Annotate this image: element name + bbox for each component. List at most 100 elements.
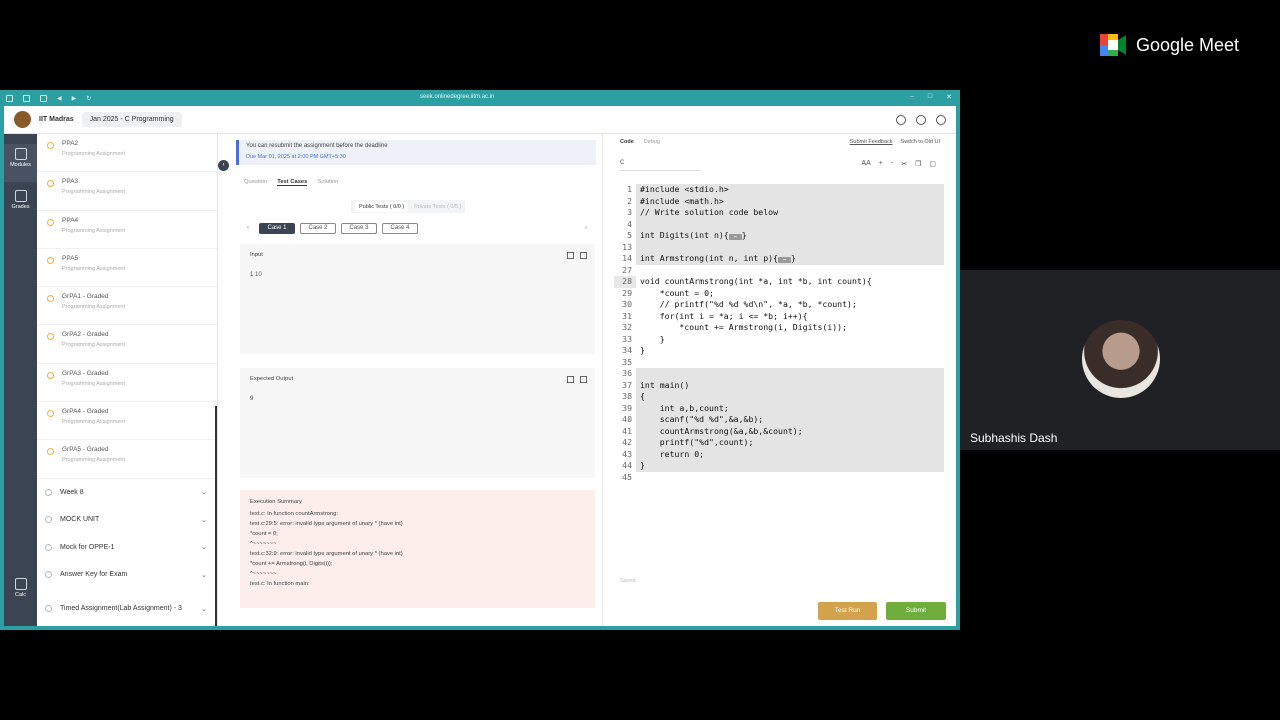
chevron-down-icon[interactable]: ⌄ — [201, 605, 207, 613]
code-line: 1 #include <stdio.h> — [614, 184, 944, 196]
sidebar-item-subtitle: Programming Assignment — [62, 227, 125, 234]
sidebar-item[interactable]: PPA2 Programming Assignment — [37, 134, 217, 173]
site-header: IIT Madras Jan 2025 - C Programming — [4, 106, 956, 134]
code-line: 41 countArmstrong(&a,&b,&count); — [614, 425, 944, 437]
minimize-icon[interactable]: – — [910, 93, 914, 101]
case-2-button[interactable]: Case 2 — [300, 222, 336, 234]
sidebar-item[interactable]: GrPA5 - Graded Programming Assignment — [37, 440, 217, 479]
tab-test-cases[interactable]: Test Cases — [277, 179, 308, 186]
bell-icon[interactable] — [916, 115, 926, 125]
sidebar-item[interactable]: PPA4 Programming Assignment — [37, 211, 217, 249]
url-bar[interactable]: seek.onlinedegree.iitm.ac.in — [420, 94, 494, 100]
next-case-icon[interactable]: › — [580, 225, 592, 231]
tab-code[interactable]: Code — [620, 139, 634, 145]
folded-code-marker[interactable]: ↔ — [778, 257, 792, 263]
line-number: 5 — [627, 230, 632, 240]
sidebar-item[interactable]: GrPA3 - Graded Programming Assignment — [37, 364, 217, 403]
download-icon[interactable] — [40, 94, 47, 102]
sidebar-week[interactable]: Answer Key for Exam ⌄ — [37, 561, 217, 589]
line-number: 14 — [622, 253, 632, 263]
rail-calc[interactable]: Calc — [4, 578, 37, 608]
close-icon[interactable]: ✕ — [946, 93, 952, 101]
tabs-icon[interactable] — [23, 94, 30, 102]
code-line: 45 — [614, 472, 944, 484]
grades-icon — [14, 190, 27, 202]
line-code: } — [640, 333, 665, 344]
google-meet-logo: Google Meet — [1100, 34, 1239, 56]
sidebar-item[interactable]: PPA3 Programming Assignment — [37, 172, 217, 211]
code-line: 5 int Digits(int n){↔} — [614, 230, 944, 242]
line-number: 35 — [622, 356, 632, 367]
submit-feedback-link[interactable]: Submit Feedback — [850, 139, 893, 145]
copy-icon[interactable] — [567, 252, 574, 259]
iitm-logo[interactable] — [14, 111, 31, 128]
prev-case-icon[interactable]: ‹ — [242, 225, 254, 231]
chevron-down-icon[interactable]: ⌄ — [201, 516, 207, 524]
sidebar-item[interactable]: PPA5 Programming Assignment — [37, 249, 217, 288]
paste-icon[interactable]: ▢ — [929, 160, 936, 168]
code-line: 31 for(int i = *a; i <= *b; i++){ — [614, 311, 944, 323]
tab-debug[interactable]: Debug — [644, 139, 660, 145]
line-code: } — [636, 460, 944, 472]
sidebar-item-subtitle: Programming Assignment — [62, 342, 125, 349]
rail-grades[interactable]: Grades — [4, 186, 37, 222]
week-dot-icon — [45, 543, 52, 551]
exec-line: test.c: In function countArmstrong: — [250, 511, 338, 517]
reload-icon[interactable]: ↻ — [86, 95, 91, 102]
maximize-icon[interactable]: □ — [928, 93, 932, 101]
due-date: Due Mar 01, 2025 at 2:00 PM GMT+5:30 — [246, 154, 346, 160]
line-number: 28 — [614, 276, 636, 288]
case-4-button[interactable]: Case 4 — [382, 222, 418, 234]
case-1-button[interactable]: Case 1 — [259, 222, 295, 234]
expand-icon[interactable] — [580, 252, 587, 259]
code-line: 2 #include <math.h> — [614, 195, 944, 207]
chevron-down-icon[interactable]: ⌄ — [201, 543, 207, 551]
private-tests-tab[interactable]: Private Tests ( 0/5 ) — [414, 204, 461, 210]
tab-solution[interactable]: Solution — [317, 179, 338, 186]
panel-divider[interactable] — [602, 134, 603, 626]
profile-icon[interactable] — [936, 115, 946, 125]
sidebar-item[interactable]: GrPA4 - Graded Programming Assignment — [37, 402, 217, 441]
sidebar-scrollbar[interactable] — [215, 406, 217, 626]
minus-icon[interactable]: - — [891, 160, 893, 168]
cut-icon[interactable]: ✂ — [901, 160, 907, 168]
chevron-down-icon[interactable]: ⌄ — [201, 488, 207, 496]
week-dot-icon — [45, 516, 52, 524]
code-line: 37 int main() — [614, 379, 944, 391]
public-tests-tab[interactable]: Public Tests ( 0/0 ) — [355, 201, 409, 212]
back-icon[interactable]: ◀ — [57, 95, 62, 102]
sidebar-item[interactable]: GrPA2 - Graded Programming Assignment — [37, 325, 217, 364]
chevron-down-icon[interactable]: ⌄ — [201, 571, 207, 579]
sidebar-week[interactable]: MOCK UNIT ⌄ — [37, 506, 217, 534]
line-number: 40 — [622, 414, 632, 424]
sidebar-week[interactable]: Week 8 ⌄ — [37, 479, 217, 507]
expand-icon[interactable] — [580, 376, 587, 383]
copy-icon[interactable] — [567, 376, 574, 383]
code-editor[interactable]: 1 #include <stdio.h> 2 #include <math.h> 3 //… — [614, 184, 944, 574]
rail-modules[interactable]: Modules — [4, 144, 37, 182]
execution-summary: Execution Summary test.c: In function co… — [240, 490, 595, 608]
web-page: IIT Madras Jan 2025 - C Programming Modu… — [4, 106, 956, 626]
tab-question[interactable]: Question — [244, 179, 267, 186]
copy-icon[interactable]: ❐ — [915, 160, 921, 168]
case-3-button[interactable]: Case 3 — [341, 222, 377, 234]
test-run-button[interactable]: Test Run — [818, 602, 877, 620]
sidebar-week[interactable]: Timed Assignment(Lab Assignment) - 3 ⌄ — [37, 589, 217, 626]
switch-ui-link[interactable]: Switch to Old UI — [901, 139, 940, 145]
expected-value: 9 — [250, 396, 254, 402]
course-selector[interactable]: Jan 2025 - C Programming — [81, 112, 182, 127]
chat-icon[interactable] — [896, 115, 906, 125]
folded-code-marker[interactable]: ↔ — [728, 234, 742, 240]
language-select[interactable]: C — [620, 160, 700, 171]
plus-icon[interactable]: + — [879, 160, 883, 168]
code-tabs: Code Debug Submit Feedback Switch to Old… — [620, 139, 940, 145]
browser-menu-icon[interactable] — [6, 94, 13, 102]
test-type-toggle: Public Tests ( 0/0 ) Private Tests ( 0/5… — [351, 200, 466, 213]
sidebar-item[interactable]: GrPA1 - Graded Programming Assignment — [37, 287, 217, 326]
collapse-sidebar-button[interactable]: ‹ — [218, 160, 229, 171]
font-size-icon[interactable]: AA — [861, 160, 870, 168]
sidebar-week[interactable]: Mock for OPPE-1 ⌄ — [37, 534, 217, 562]
forward-icon[interactable]: ▶ — [72, 95, 77, 102]
submit-button[interactable]: Submit — [886, 602, 946, 620]
